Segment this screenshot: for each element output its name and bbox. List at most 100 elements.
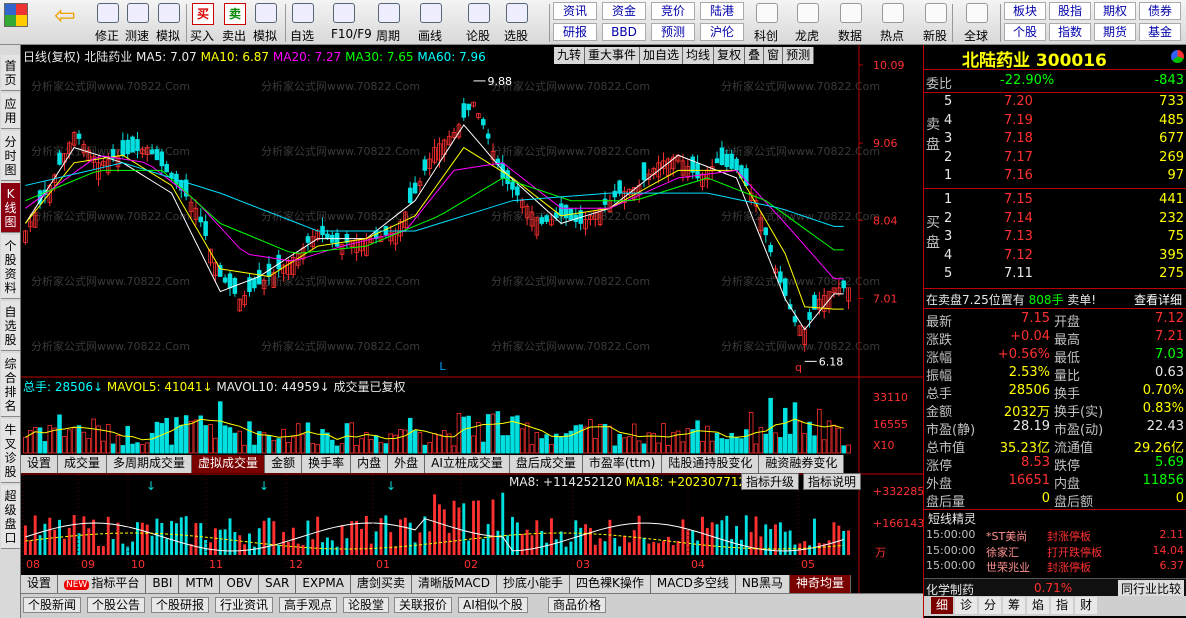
chart-tool-button[interactable]: 九转 [554,47,586,64]
volume-tab[interactable]: 融资融券变化 [759,455,845,473]
quick-link-button[interactable]: 沪伦 [700,23,744,41]
toolbar-label[interactable]: 热点 [880,27,904,44]
volume-tab[interactable]: 盘后成交量 [509,455,583,473]
indicator-tab[interactable]: NB黑马 [735,575,791,593]
left-nav-item[interactable]: 综合排名 [1,353,20,417]
magnifier-icon[interactable] [506,3,532,25]
quote-tab[interactable]: 财 [1075,597,1097,614]
left-nav-item[interactable]: 个股资料 [1,235,20,299]
elf-row[interactable]: 15:00:00 世荣兆业 封涨停板 6.37 [924,559,1186,576]
toolbar-label[interactable]: 模拟 [156,27,180,44]
toolbar-label[interactable]: 数据 [838,27,862,44]
toolbar-label[interactable]: 科创 [754,27,778,44]
quick-link-button[interactable]: 预测 [651,23,695,41]
info-tab[interactable]: 个股新闻 [23,597,82,613]
chart-tool-button[interactable]: 均线 [683,47,715,64]
left-nav-item[interactable]: 牛叉诊股 [1,419,20,483]
ipo-icon[interactable] [925,3,951,25]
toolbar-label[interactable]: 模拟 [253,27,277,44]
cycle-icon[interactable] [378,3,404,25]
left-nav-item[interactable]: 超级盘口 [1,485,20,549]
info-tab[interactable]: AI相似个股 [458,597,528,613]
volume-tab[interactable]: 外盘 [388,455,426,473]
quote-tab[interactable]: 分 [979,597,1001,614]
info-tab[interactable]: 关联报价 [394,597,453,613]
market-link-button[interactable]: 期货 [1094,23,1136,41]
toolbar-label[interactable]: 画线 [418,27,442,44]
volume-tab[interactable]: 金额 [265,455,303,473]
elf-row[interactable]: 15:00:00 *ST美尚 封涨停板 2.11 [924,528,1186,545]
indicator-tab[interactable]: BBI [146,575,180,593]
left-nav-item[interactable]: 自选股 [1,301,20,351]
volume-tab[interactable]: 市盈率(ttm) [582,455,663,473]
buy-icon[interactable]: 买 [192,3,218,25]
indicator-tab[interactable]: 设置 [21,575,59,593]
chart-tool-button[interactable]: 加自选 [640,47,684,64]
toolbar-label[interactable]: 选股 [504,27,528,44]
quote-tab[interactable]: 焰 [1027,597,1049,614]
quick-link-button[interactable]: 竞价 [651,2,695,20]
kechuang-icon[interactable] [756,3,782,25]
market-link-button[interactable]: 个股 [1004,23,1046,41]
toolbar-label[interactable]: 龙虎 [795,27,819,44]
left-nav-item[interactable]: 应用 [1,93,20,129]
chart-tool-button[interactable]: 叠 [745,47,765,64]
left-nav-item[interactable]: 首页 [1,55,20,91]
market-link-button[interactable]: 板块 [1004,2,1046,20]
pencil-icon[interactable] [420,3,446,25]
indicator-help-button[interactable]: 指标说明 [803,473,862,490]
chart-tool-button[interactable]: 重大事件 [585,47,641,64]
quote-tab[interactable]: 筹 [1003,597,1025,614]
chart-tool-button[interactable]: 窗 [764,47,784,64]
indicator-upgrade-button[interactable]: 指标升级 [741,473,800,490]
info-tab[interactable]: 行业资讯 [215,597,274,613]
toolbar-label[interactable]: 全球 [964,27,988,44]
indicator-tab[interactable]: SAR [258,575,297,593]
back-arrow-icon[interactable]: ⇦ [54,3,80,29]
market-link-button[interactable]: 基金 [1139,23,1181,41]
indicator-tab[interactable]: NEW 指标平台 [58,575,147,593]
indicator-tab[interactable]: 唐剑买卖 [350,575,412,593]
volume-tab[interactable]: AI立桩成交量 [425,455,510,473]
market-link-button[interactable]: 债券 [1139,2,1181,20]
pe-icon[interactable] [840,3,866,25]
quick-link-button[interactable]: BBD [602,23,646,41]
clock-icon[interactable] [158,3,184,25]
discuss-icon[interactable] [468,3,494,25]
globe-icon[interactable] [966,3,992,25]
info-tab[interactable]: 商品价格 [548,597,607,613]
indicator-tab[interactable]: 清晰版MACD [411,575,497,593]
kline-chart[interactable]: 分析家公式网www.70822.Com 分析家公式网www.70822.Com 分析… [21,45,923,593]
sell-icon[interactable]: 卖 [224,3,250,25]
quick-link-button[interactable]: 研报 [553,23,597,41]
toolbar-label[interactable]: 新股 [923,27,947,44]
info-tab[interactable]: 个股研报 [151,597,210,613]
market-link-button[interactable]: 期权 [1094,2,1136,20]
elf-row[interactable]: 15:00:00 徐家汇 打开跌停板 14.04 [924,544,1186,561]
volume-tab[interactable]: 内盘 [351,455,389,473]
market-link-button[interactable]: 股指 [1049,2,1091,20]
toolbar-label[interactable]: 卖出 [222,27,246,44]
volume-tab[interactable]: 陆股通持股变化 [662,455,760,473]
toolbar-label[interactable]: 周期 [376,27,400,44]
volume-tab[interactable]: 成交量 [58,455,108,473]
left-nav-item[interactable]: 分时图 [1,131,20,181]
toolbar-label[interactable]: 测速 [125,27,149,44]
info-tab[interactable]: 个股公告 [87,597,146,613]
market-link-button[interactable]: 指数 [1049,23,1091,41]
quote-tab[interactable]: 指 [1051,597,1073,614]
indicator-tab[interactable]: MACD多空线 [650,575,736,593]
toolbar-label[interactable]: 论股 [466,27,490,44]
volume-tab[interactable]: 设置 [21,455,59,473]
volume-tab[interactable]: 换手率 [302,455,352,473]
toolbar-label[interactable]: F10/F9 [331,27,372,41]
detail-link[interactable]: 查看详细 [1134,291,1182,308]
up-down-arrows-icon[interactable] [97,3,123,25]
grid-icon[interactable] [4,3,30,27]
quote-tab[interactable]: 细 [931,597,953,614]
hammer-icon[interactable] [255,3,281,25]
chart-tool-button[interactable]: 预测 [783,47,815,64]
info-tab[interactable]: 论股堂 [343,597,390,613]
hot-icon[interactable] [882,3,908,25]
toolbar-label[interactable]: 自选 [290,27,314,44]
